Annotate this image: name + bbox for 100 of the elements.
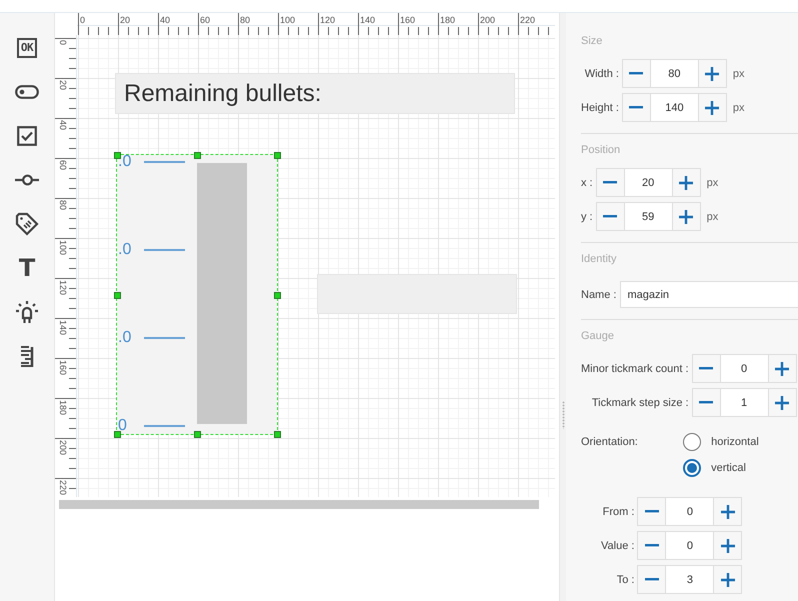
slider-icon bbox=[15, 174, 39, 186]
increment-button[interactable] bbox=[672, 168, 701, 197]
minus-icon bbox=[629, 106, 644, 109]
text-label[interactable]: Remaining bullets: bbox=[115, 73, 515, 114]
increment-button[interactable] bbox=[698, 93, 727, 122]
ruler-number: 80 bbox=[58, 200, 68, 210]
light-bulb-icon bbox=[15, 300, 39, 324]
resize-handle[interactable] bbox=[114, 431, 121, 438]
field-label: Height : bbox=[581, 102, 619, 114]
design-canvas[interactable]: Remaining bullets: .0 .0 .0 0 bbox=[77, 35, 555, 497]
unit-label: px bbox=[706, 210, 718, 222]
resize-handle[interactable] bbox=[114, 152, 121, 159]
ruler-number: 100 bbox=[280, 15, 296, 25]
ruler-number: 180 bbox=[440, 15, 456, 25]
ruler-number: 140 bbox=[360, 15, 376, 25]
increment-button[interactable] bbox=[672, 202, 701, 231]
ruler-number: 220 bbox=[520, 15, 536, 25]
tick-mark bbox=[144, 425, 185, 427]
text-tool[interactable]: T bbox=[10, 251, 44, 285]
field-label: Tickmark step size : bbox=[592, 396, 689, 408]
resize-handle[interactable] bbox=[194, 431, 201, 438]
decrement-button[interactable] bbox=[622, 93, 651, 122]
tag-icon bbox=[15, 212, 39, 236]
ruler-number: 200 bbox=[58, 440, 68, 456]
decrement-button[interactable] bbox=[692, 354, 721, 383]
minus-icon bbox=[644, 510, 659, 513]
increment-button[interactable] bbox=[713, 565, 742, 594]
increment-button[interactable] bbox=[713, 497, 742, 526]
resize-handle[interactable] bbox=[274, 431, 281, 438]
ruler-number: 0 bbox=[58, 40, 68, 46]
number-field[interactable]: 0 bbox=[666, 531, 714, 560]
plus-icon bbox=[775, 396, 790, 410]
tick-label: .0 bbox=[118, 330, 132, 346]
ruler-number: 160 bbox=[58, 360, 68, 376]
decrement-button[interactable] bbox=[596, 202, 625, 231]
tick-mark bbox=[144, 337, 185, 339]
number-field[interactable]: 20 bbox=[624, 168, 672, 197]
section-title: Size bbox=[581, 35, 602, 47]
minus-icon bbox=[603, 215, 618, 218]
decrement-button[interactable] bbox=[637, 531, 666, 560]
ruler-number: 120 bbox=[58, 280, 68, 296]
ruler-number: 60 bbox=[58, 160, 68, 170]
number-field[interactable]: 0 bbox=[720, 354, 768, 383]
ruler-number: 40 bbox=[58, 120, 68, 130]
ruler-number: 60 bbox=[200, 15, 210, 25]
minus-icon bbox=[644, 544, 659, 547]
name-field[interactable]: magazin bbox=[620, 281, 798, 308]
minus-icon bbox=[699, 367, 714, 370]
resize-handle[interactable] bbox=[274, 292, 281, 299]
increment-button[interactable] bbox=[698, 59, 727, 88]
number-field[interactable]: 0 bbox=[666, 497, 714, 526]
number-field[interactable]: 3 bbox=[666, 565, 714, 594]
resize-handle[interactable] bbox=[114, 292, 121, 299]
toggle-icon bbox=[15, 85, 39, 99]
field-label: x : bbox=[581, 176, 593, 188]
number-field[interactable]: 1 bbox=[720, 388, 768, 417]
radio-label: vertical bbox=[711, 462, 746, 474]
field-label: To : bbox=[616, 574, 634, 586]
scrollbar[interactable] bbox=[59, 500, 539, 509]
ruler-number: 20 bbox=[58, 80, 68, 90]
plus-icon bbox=[679, 176, 694, 190]
number-field[interactable]: 59 bbox=[624, 202, 672, 231]
radio-label: horizontal bbox=[711, 436, 759, 448]
gauge-icon bbox=[19, 345, 35, 367]
ruler-number: 140 bbox=[58, 320, 68, 336]
decrement-button[interactable] bbox=[622, 59, 651, 88]
increment-button[interactable] bbox=[713, 531, 742, 560]
plus-icon bbox=[705, 66, 720, 80]
tick-label: .0 bbox=[118, 154, 132, 170]
section-title: Gauge bbox=[581, 330, 614, 342]
resize-handle[interactable] bbox=[194, 152, 201, 159]
minus-icon bbox=[603, 181, 618, 184]
radio-button[interactable] bbox=[683, 433, 702, 451]
tick-mark bbox=[144, 161, 185, 163]
plus-icon bbox=[679, 210, 694, 224]
plus-icon bbox=[720, 538, 735, 552]
field-label: Width : bbox=[584, 68, 619, 80]
ruler-number: 220 bbox=[58, 480, 68, 496]
ruler-number: 80 bbox=[240, 15, 250, 25]
decrement-button[interactable] bbox=[692, 388, 721, 417]
number-field[interactable]: 80 bbox=[650, 59, 698, 88]
decrement-button[interactable] bbox=[596, 168, 625, 197]
button-tool[interactable]: OK bbox=[10, 31, 44, 65]
resize-handle[interactable] bbox=[274, 152, 281, 159]
increment-button[interactable] bbox=[768, 388, 797, 417]
field-label: From : bbox=[602, 506, 634, 518]
field-label: Orientation: bbox=[581, 436, 639, 448]
unit-label: px bbox=[732, 102, 745, 114]
number-field[interactable]: 140 bbox=[650, 93, 698, 122]
increment-button[interactable] bbox=[768, 354, 797, 383]
ruler-number: 120 bbox=[320, 15, 336, 25]
ruler-number: 200 bbox=[480, 15, 496, 25]
plus-icon bbox=[705, 100, 720, 114]
decrement-button[interactable] bbox=[637, 565, 666, 594]
plus-icon bbox=[720, 504, 735, 518]
radio-button[interactable] bbox=[683, 459, 702, 477]
checkbox-icon bbox=[17, 126, 37, 146]
ruler-number: 100 bbox=[58, 240, 68, 256]
tick-label: 0 bbox=[118, 418, 127, 434]
decrement-button[interactable] bbox=[637, 497, 666, 526]
